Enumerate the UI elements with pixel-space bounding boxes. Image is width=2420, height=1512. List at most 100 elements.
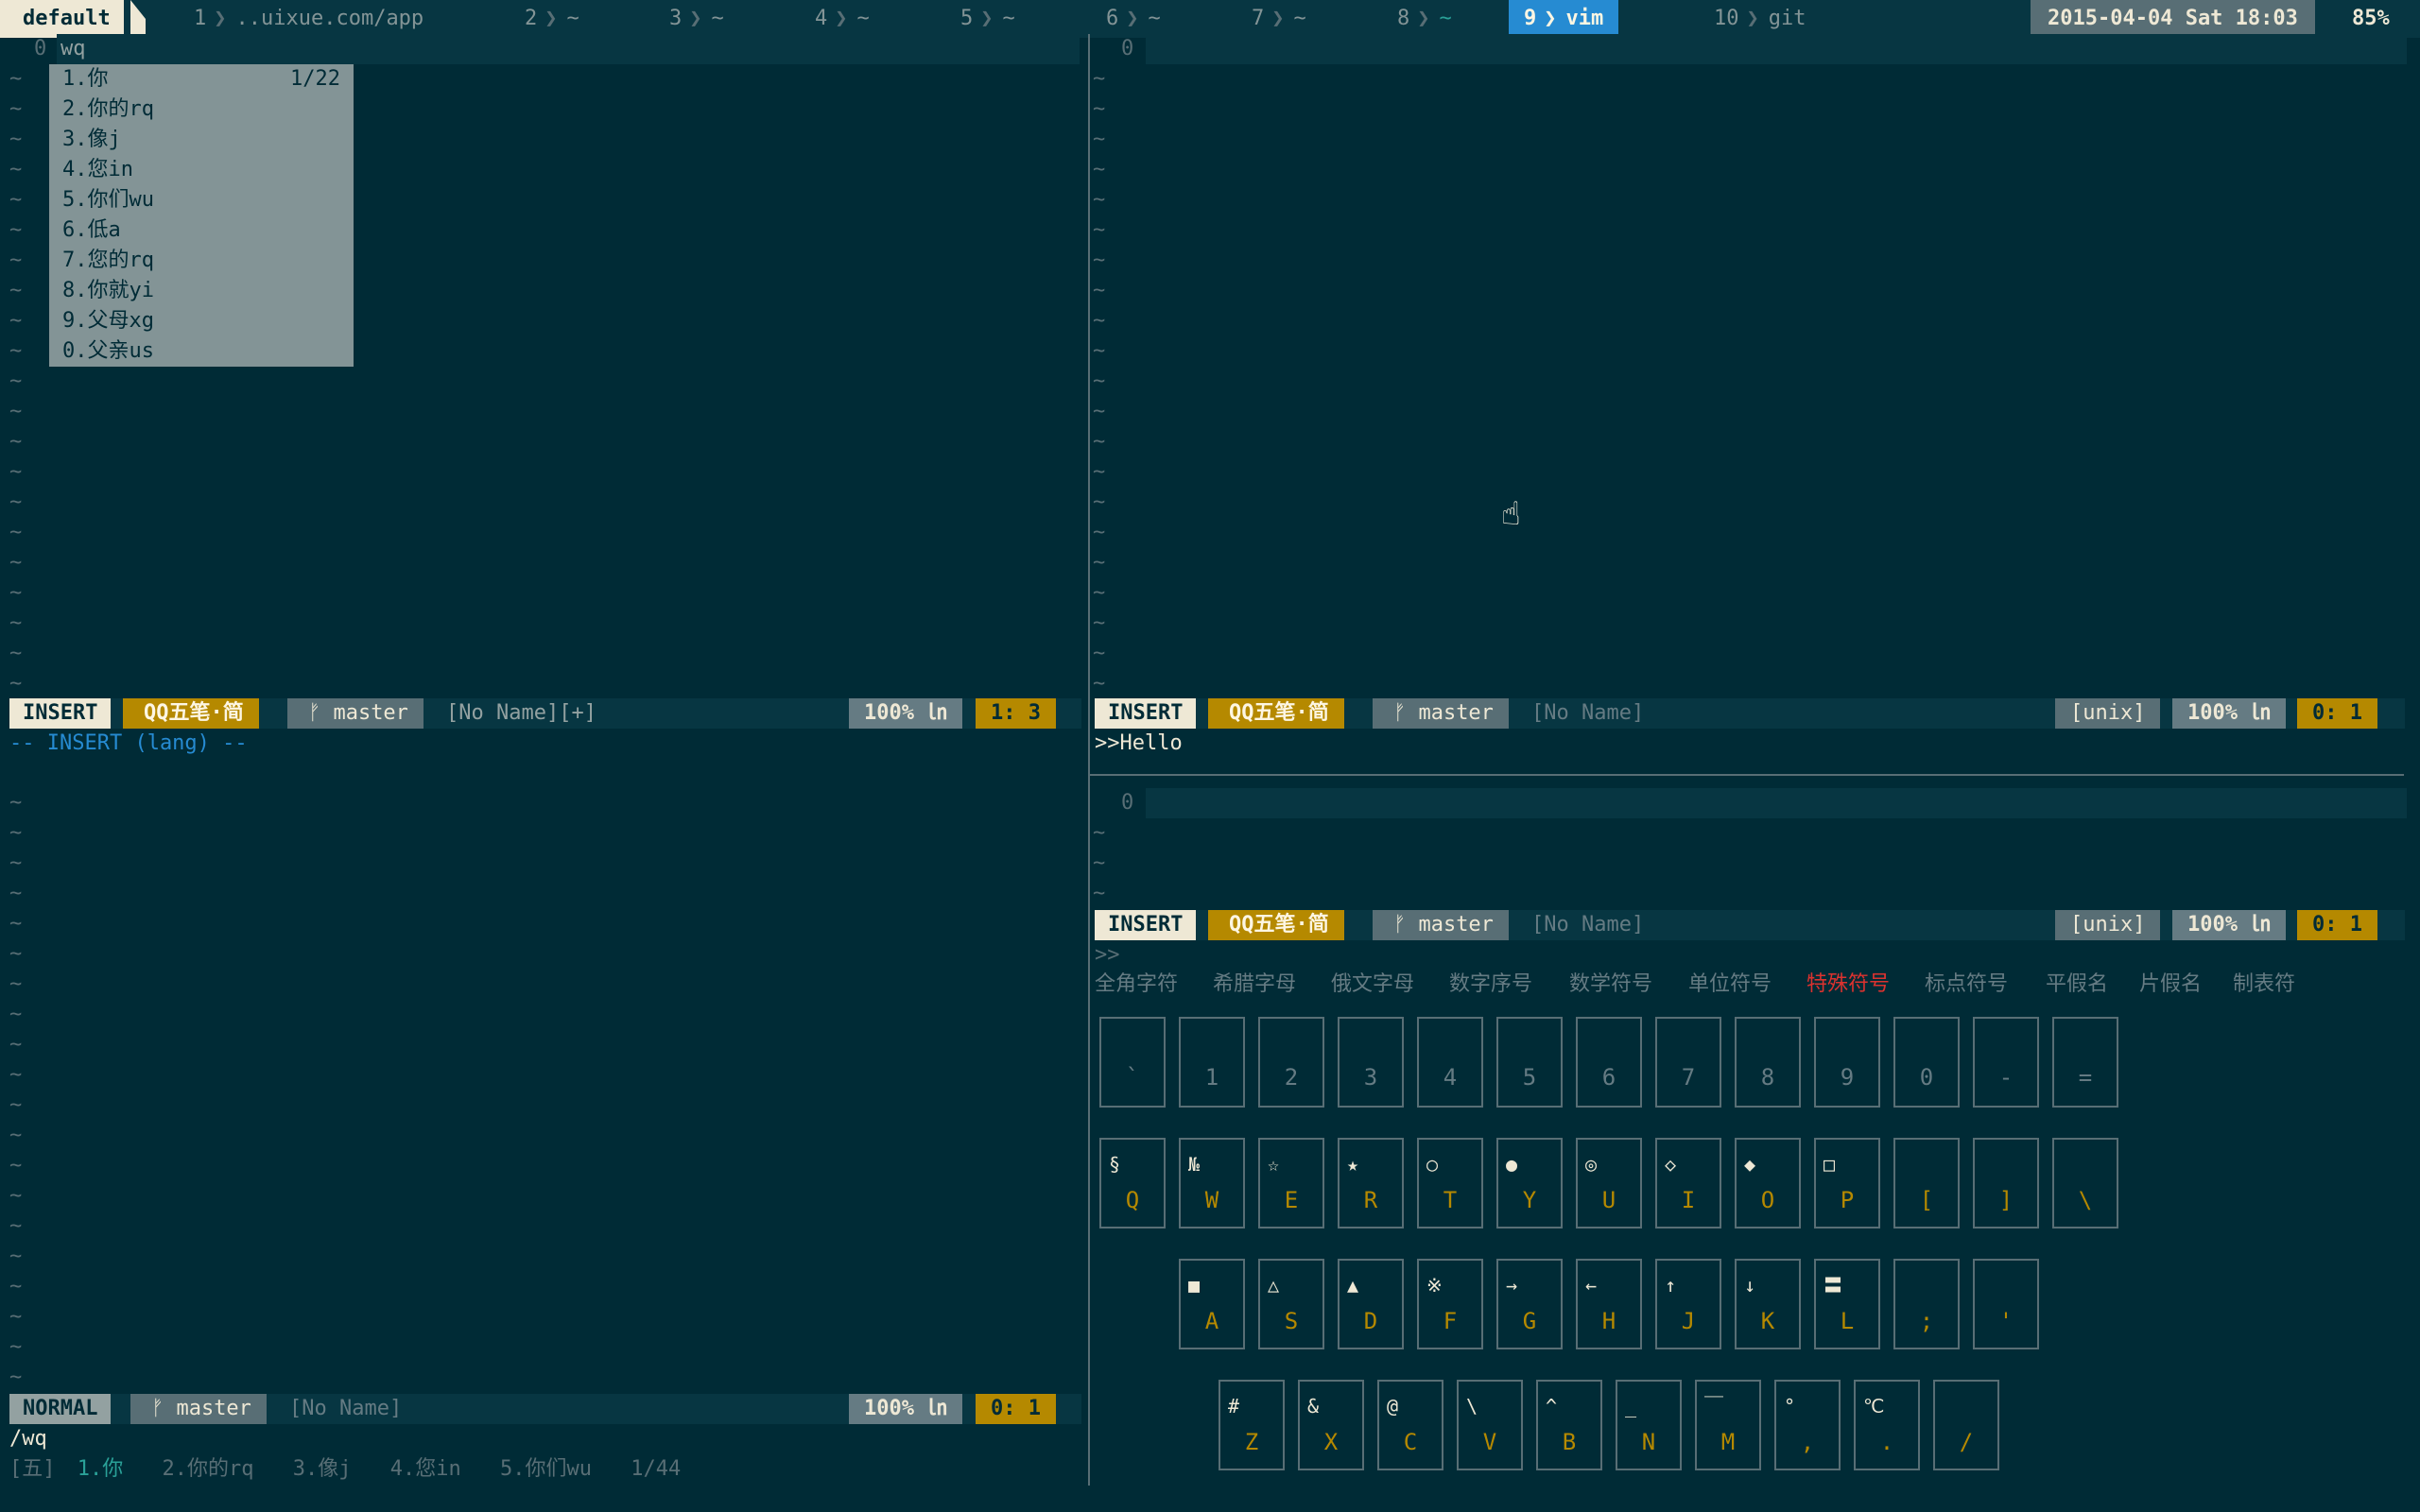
keyboard-key[interactable]: ^ B: [1536, 1380, 1602, 1470]
symbol-category-tab[interactable]: 俄文字母: [1331, 970, 1414, 1000]
keyboard-key[interactable]: ]: [1973, 1138, 2039, 1228]
keyboard-key[interactable]: △ S: [1258, 1259, 1324, 1349]
tmux-window-7[interactable]: 7 ❯ ~: [1252, 0, 1306, 38]
keyboard-key[interactable]: ℃.: [1854, 1380, 1920, 1470]
keyboard-key[interactable]: /: [1933, 1380, 1999, 1470]
candidate-item[interactable]: 1.你: [78, 1457, 124, 1481]
keyboard-key[interactable]: □ P: [1814, 1138, 1880, 1228]
keyboard-key[interactable]: 6: [1576, 1017, 1642, 1108]
keyboard-key[interactable]: 8: [1735, 1017, 1801, 1108]
completion-item[interactable]: 2.你的rq: [49, 94, 354, 125]
keyboard-key[interactable]: № W: [1179, 1138, 1245, 1228]
command-line[interactable]: >>: [1095, 940, 1120, 971]
keyboard-key[interactable]: ★ R: [1338, 1138, 1404, 1228]
keyboard-key[interactable]: °,: [1774, 1380, 1841, 1470]
keyboard-key[interactable]: ○ T: [1417, 1138, 1483, 1228]
tmux-window-4[interactable]: 4 ❯ ~: [815, 0, 870, 38]
buffer-text[interactable]: wq: [60, 34, 86, 66]
symbol-category-tab[interactable]: 数学符号: [1569, 970, 1652, 1000]
completion-item[interactable]: 9.父母xg: [49, 306, 354, 336]
tmux-window-10[interactable]: 10 ❯ git: [1714, 0, 1806, 38]
symbol-category-tab[interactable]: 单位符号: [1688, 970, 1772, 1000]
tmux-session-name[interactable]: default: [0, 0, 124, 38]
pane-bottom-left[interactable]: ~ ~ ~ ~ ~ ~ ~ ~ ~ ~ ~ ~ ~ ~ ~ ~ ~ ~ ~ ~: [0, 788, 1087, 1393]
keyboard-key[interactable]: 2: [1258, 1017, 1324, 1108]
keyboard-key[interactable]: → G: [1496, 1259, 1563, 1349]
keyboard-key[interactable]: 0: [1893, 1017, 1960, 1108]
window-name: ~: [566, 7, 579, 30]
completion-item[interactable]: 0.父亲us: [49, 336, 354, 367]
symbol-category-tab[interactable]: 全角字符: [1095, 970, 1178, 1000]
completion-item[interactable]: 3.像j: [49, 125, 354, 155]
completion-item[interactable]: 8.你就yi: [49, 276, 354, 306]
key-symbol: ★: [1347, 1153, 1359, 1176]
keyboard-key[interactable]: ◎ U: [1576, 1138, 1642, 1228]
keyboard-key[interactable]: \ V: [1457, 1380, 1523, 1470]
symbol-category-tab[interactable]: 制表符: [2233, 970, 2295, 1000]
horizontal-pane-divider[interactable]: [1088, 774, 2404, 776]
keyboard-key[interactable]: 4: [1417, 1017, 1483, 1108]
keyboard-key[interactable]: ￣ M: [1695, 1380, 1761, 1470]
keyboard-key[interactable]: @ C: [1377, 1380, 1443, 1470]
keyboard-key[interactable]: ↑ J: [1655, 1259, 1721, 1349]
keyboard-key[interactable]: 5: [1496, 1017, 1563, 1108]
symbol-category-tab[interactable]: 片假名: [2139, 970, 2202, 1000]
candidate-item[interactable]: 3.像j: [293, 1457, 352, 1481]
symbol-category-tab[interactable]: 特殊符号: [1806, 970, 1890, 1000]
line-icon: ㏑: [926, 1397, 948, 1420]
completion-item[interactable]: 5.你们wu: [49, 185, 354, 215]
keyboard-key[interactable]: \: [2052, 1138, 2118, 1228]
keyboard-key[interactable]: [: [1893, 1138, 1960, 1228]
keyboard-key[interactable]: 〓 L: [1814, 1259, 1880, 1349]
pane-top-right[interactable]: 0 ~ ~ ~ ~ ~ ~ ~ ~ ~ ~ ~ ~ ~ ~ ~ ~ ~ ~ ~ ~ ~ ☝: [1093, 34, 2407, 696]
keyboard-key[interactable]: ◆ O: [1735, 1138, 1801, 1228]
tmux-window-6[interactable]: 6 ❯ ~: [1106, 0, 1161, 38]
tmux-window-9-active[interactable]: 9 ❯ vim: [1509, 0, 1619, 38]
keyboard-key[interactable]: ● Y: [1496, 1138, 1563, 1228]
keyboard-key[interactable]: # Z: [1219, 1380, 1285, 1470]
keyboard-key[interactable]: ▲ D: [1338, 1259, 1404, 1349]
keyboard-key[interactable]: ': [1973, 1259, 2039, 1349]
tmux-window-5[interactable]: 5 ❯ ~: [960, 0, 1015, 38]
keyboard-key[interactable]: ◇ I: [1655, 1138, 1721, 1228]
window-name: git: [1768, 7, 1806, 30]
keyboard-key[interactable]: `: [1099, 1017, 1166, 1108]
keyboard-key[interactable]: _ N: [1616, 1380, 1682, 1470]
command-line[interactable]: >>Hello: [1095, 729, 1183, 759]
symbol-category-tab[interactable]: 希腊字母: [1213, 970, 1296, 1000]
keyboard-key[interactable]: =: [2052, 1017, 2118, 1108]
keyboard-key[interactable]: ;: [1893, 1259, 1960, 1349]
keyboard-key[interactable]: ← H: [1576, 1259, 1642, 1349]
tmux-window-2[interactable]: 2 ❯ ~: [525, 0, 579, 38]
scroll-percent: 100% ㏑: [849, 1394, 963, 1424]
keyboard-key[interactable]: § Q: [1099, 1138, 1166, 1228]
key-symbol: _: [1625, 1395, 1637, 1418]
tmux-window-8[interactable]: 8 ❯ ~: [1397, 0, 1452, 38]
keyboard-key[interactable]: 9: [1814, 1017, 1880, 1108]
keyboard-key[interactable]: 3: [1338, 1017, 1404, 1108]
completion-item[interactable]: 7.您的rq: [49, 246, 354, 276]
window-index: 2: [525, 7, 538, 30]
keyboard-key[interactable]: 7: [1655, 1017, 1721, 1108]
completion-popup[interactable]: 1/22 1.你 2.你的rq 3.像j 4.您in 5.你们wu 6.低a 7…: [49, 64, 354, 367]
chevron-right-icon: ❯: [980, 7, 994, 30]
keyboard-key[interactable]: ☆ E: [1258, 1138, 1324, 1228]
candidate-item[interactable]: 2.你的rq: [163, 1457, 254, 1481]
candidate-item[interactable]: 5.你们wu: [500, 1457, 592, 1481]
tmux-window-3[interactable]: 3 ❯ ~: [669, 0, 724, 38]
keyboard-key[interactable]: -: [1973, 1017, 2039, 1108]
symbol-category-tab[interactable]: 平假名: [2046, 970, 2108, 1000]
completion-item[interactable]: 4.您in: [49, 155, 354, 185]
candidate-item[interactable]: 4.您in: [390, 1457, 461, 1481]
tmux-window-1[interactable]: 1 ❯ ..uixue.com/app: [194, 0, 424, 38]
keyboard-key[interactable]: ※ F: [1417, 1259, 1483, 1349]
keyboard-key[interactable]: 1: [1179, 1017, 1245, 1108]
search-command[interactable]: /wq: [9, 1424, 47, 1454]
pane-bottom-right[interactable]: 0 ~ ~ ~: [1093, 788, 2407, 920]
completion-item[interactable]: 6.低a: [49, 215, 354, 246]
keyboard-key[interactable]: & X: [1298, 1380, 1364, 1470]
symbol-category-tab[interactable]: 标点符号: [1925, 970, 2008, 1000]
keyboard-key[interactable]: ■ A: [1179, 1259, 1245, 1349]
keyboard-key[interactable]: ↓ K: [1735, 1259, 1801, 1349]
symbol-category-tab[interactable]: 数字序号: [1449, 970, 1532, 1000]
